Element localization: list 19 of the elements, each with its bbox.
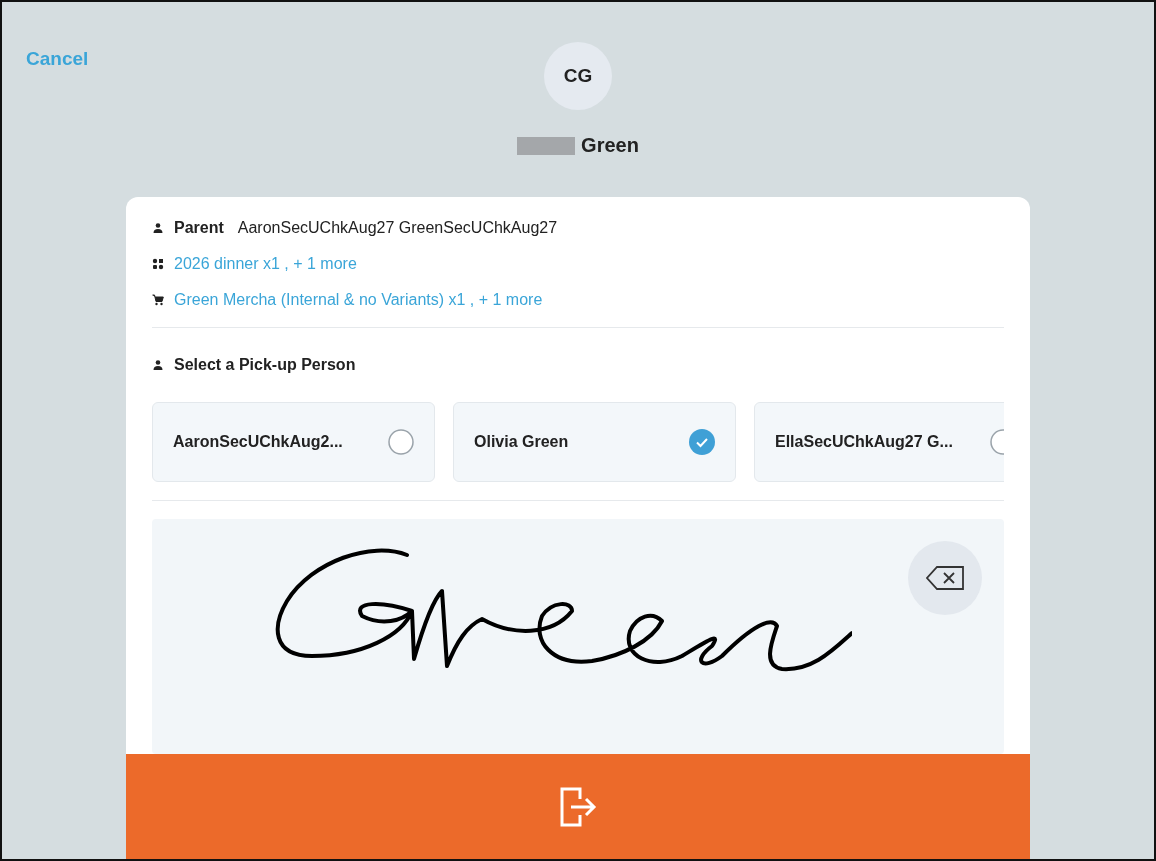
person-name: AaronSecUChkAug2... <box>173 433 343 451</box>
check-icon[interactable] <box>689 429 715 455</box>
person-icon <box>152 359 164 371</box>
parent-label: Parent <box>174 219 224 237</box>
person-name: EllaSecUChkAug27 G... <box>775 433 953 451</box>
radio-button[interactable] <box>388 429 414 455</box>
avatar: CG <box>544 42 612 110</box>
person-name: Green <box>581 134 639 157</box>
shapes-icon <box>152 258 164 270</box>
pickup-option[interactable]: Olivia Green <box>453 402 736 482</box>
signature-pad[interactable] <box>152 519 1004 754</box>
pickup-option[interactable]: EllaSecUChkAug27 G... <box>754 402 1004 482</box>
parent-name: AaronSecUChkAug27 GreenSecUChkAug27 <box>237 219 558 237</box>
person-icon <box>152 222 164 234</box>
cart-icon <box>152 294 164 306</box>
person-name: Olivia Green <box>474 433 569 451</box>
section-heading: Select a Pick-up Person <box>174 356 356 374</box>
pickup-option[interactable]: AaronSecUChkAug2... <box>152 402 435 482</box>
backspace-icon <box>925 565 965 591</box>
